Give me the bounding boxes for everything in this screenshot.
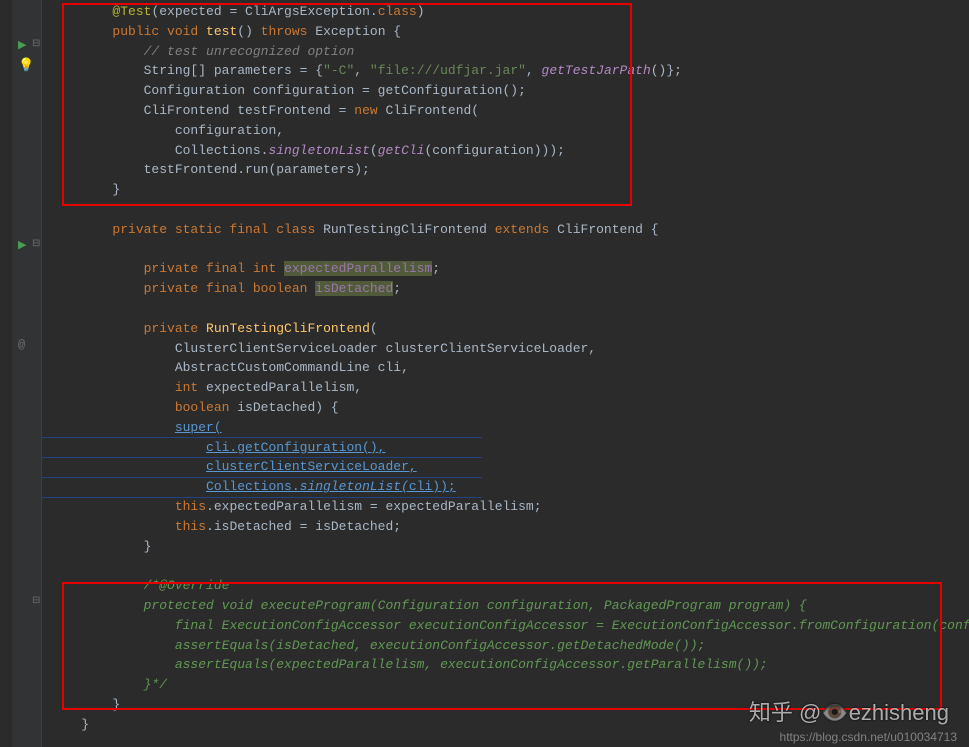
- code-line[interactable]: int expectedParallelism,: [42, 378, 969, 398]
- code-line[interactable]: [42, 299, 969, 319]
- icon-gutter: ▶ 💡 ▶ @ ⊟ ⊟ ⊟: [12, 0, 42, 747]
- code-line[interactable]: }: [42, 537, 969, 557]
- code-line[interactable]: super(: [42, 418, 969, 438]
- code-line[interactable]: }*/: [42, 675, 969, 695]
- code-line[interactable]: /*@Override: [42, 576, 969, 596]
- code-line[interactable]: String[] parameters = {"-C", "file:///ud…: [42, 61, 969, 81]
- code-line[interactable]: }: [42, 180, 969, 200]
- code-line[interactable]: public void test() throws Exception {: [42, 22, 969, 42]
- run-icon[interactable]: ▶: [18, 238, 26, 252]
- run-icon[interactable]: ▶: [18, 38, 26, 52]
- code-line[interactable]: Collections.singletonList(getCli(configu…: [42, 141, 969, 161]
- code-line[interactable]: ClusterClientServiceLoader clusterClient…: [42, 339, 969, 359]
- code-text-area[interactable]: @Test(expected = CliArgsException.class)…: [42, 0, 969, 747]
- lightbulb-icon[interactable]: 💡: [18, 58, 34, 73]
- code-line[interactable]: @Test(expected = CliArgsException.class): [42, 2, 969, 22]
- code-line[interactable]: [42, 556, 969, 576]
- code-line[interactable]: boolean isDetached) {: [42, 398, 969, 418]
- fold-icon[interactable]: ⊟: [32, 238, 40, 250]
- code-line[interactable]: private RunTestingCliFrontend(: [42, 319, 969, 339]
- annotation: @Test: [112, 4, 151, 19]
- code-line[interactable]: Collections.singletonList(cli));: [42, 477, 969, 497]
- code-line[interactable]: testFrontend.run(parameters);: [42, 160, 969, 180]
- code-editor[interactable]: ▶ 💡 ▶ @ ⊟ ⊟ ⊟ @Test(expected = CliArgsEx…: [0, 0, 969, 747]
- watermark-url: https://blog.csdn.net/u010034713: [780, 730, 957, 744]
- code-line[interactable]: this.isDetached = isDetached;: [42, 517, 969, 537]
- code-line[interactable]: private final boolean isDetached;: [42, 279, 969, 299]
- code-line[interactable]: AbstractCustomCommandLine cli,: [42, 358, 969, 378]
- fold-icon[interactable]: ⊟: [32, 38, 40, 50]
- code-line[interactable]: private final int expectedParallelism;: [42, 259, 969, 279]
- code-line[interactable]: [42, 200, 969, 220]
- code-line[interactable]: final ExecutionConfigAccessor executionC…: [42, 616, 969, 636]
- code-line[interactable]: [42, 240, 969, 260]
- code-line[interactable]: cli.getConfiguration(),: [42, 438, 969, 458]
- code-line[interactable]: clusterClientServiceLoader,: [42, 457, 969, 477]
- fold-icon[interactable]: ⊟: [32, 595, 40, 607]
- code-line[interactable]: protected void executeProgram(Configurat…: [42, 596, 969, 616]
- watermark: 知乎 @👁️ezhisheng: [749, 695, 949, 727]
- code-line[interactable]: Configuration configuration = getConfigu…: [42, 81, 969, 101]
- code-line[interactable]: assertEquals(expectedParallelism, execut…: [42, 655, 969, 675]
- margin-gutter: [0, 0, 12, 747]
- code-line[interactable]: configuration,: [42, 121, 969, 141]
- code-line[interactable]: CliFrontend testFrontend = new CliFronte…: [42, 101, 969, 121]
- code-line[interactable]: private static final class RunTestingCli…: [42, 220, 969, 240]
- code-line[interactable]: this.expectedParallelism = expectedParal…: [42, 497, 969, 517]
- suppress-icon[interactable]: @: [18, 338, 25, 352]
- code-line[interactable]: assertEquals(isDetached, executionConfig…: [42, 636, 969, 656]
- code-line[interactable]: // test unrecognized option: [42, 42, 969, 62]
